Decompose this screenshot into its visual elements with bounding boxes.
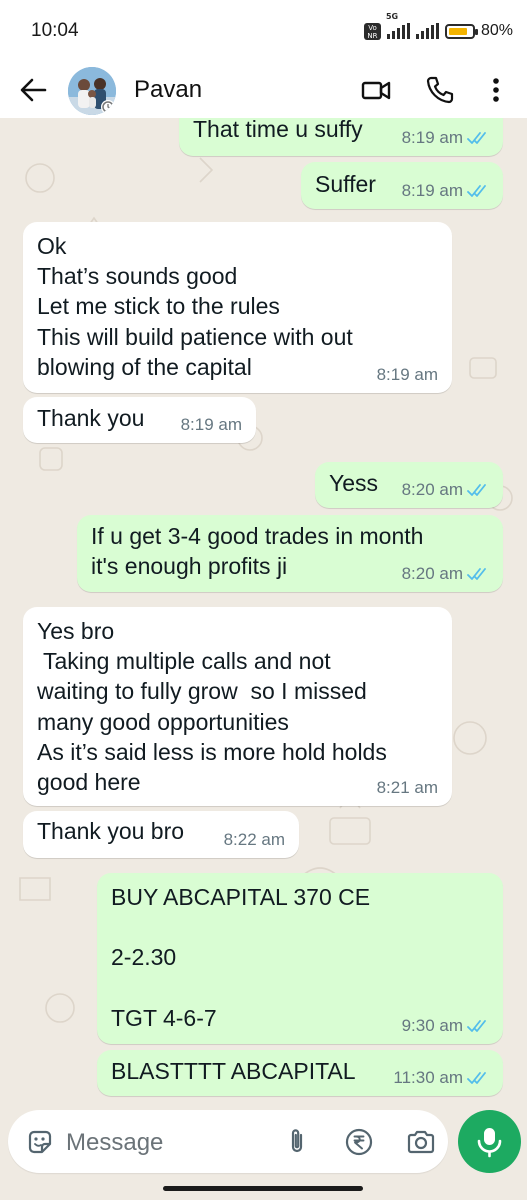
message-meta: 8:20 am [402, 564, 489, 584]
mic-button[interactable] [458, 1110, 521, 1173]
attach-icon[interactable] [282, 1127, 312, 1157]
message-bubble-outgoing[interactable]: That time u suffy 8:19 am [179, 118, 503, 156]
message-text: Ok That’s sounds good Let me stick to th… [37, 233, 353, 380]
message-time: 8:19 am [180, 415, 242, 434]
status-time: 10:04 [31, 20, 79, 41]
message-composer [0, 1106, 527, 1200]
read-receipt-icon [467, 568, 486, 580]
message-text: Yess [329, 470, 379, 496]
message-bubble-outgoing[interactable]: BUY ABCAPITAL 370 CE 2-2.30 TGT 4-6-7 9:… [97, 873, 503, 1044]
home-indicator[interactable] [163, 1186, 363, 1191]
message-bubble-incoming[interactable]: Thank you 8:19 am [23, 397, 256, 443]
back-arrow-icon[interactable] [18, 76, 48, 104]
contact-name[interactable]: Pavan [134, 76, 202, 104]
message-meta: 8:19 am [181, 415, 242, 435]
sticker-icon[interactable] [26, 1128, 54, 1156]
message-bubble-incoming[interactable]: Yes bro Taking multiple calls and not wa… [23, 607, 452, 806]
read-receipt-icon [467, 484, 486, 496]
message-bubble-outgoing[interactable]: If u get 3-4 good trades in month it's e… [77, 515, 503, 592]
status-indicators: Vo NR 5G 80% [363, 12, 513, 45]
message-text: BUY ABCAPITAL 370 CE 2-2.30 TGT 4-6-7 [111, 884, 371, 1031]
message-bubble-outgoing[interactable]: BLASTTTT ABCAPITAL 11:30 am [97, 1050, 503, 1096]
message-meta: 8:22 am [224, 830, 285, 850]
volte-icon: Vo NR [363, 22, 381, 40]
message-bubble-incoming[interactable]: Ok That’s sounds good Let me stick to th… [23, 222, 452, 393]
network-type-label: 5G [385, 12, 399, 21]
chat-header: Pavan [0, 62, 527, 118]
message-time: 8:19 am [401, 128, 463, 147]
message-meta: 8:19 am [402, 128, 489, 148]
contact-avatar[interactable] [68, 67, 116, 115]
message-text: Thank you bro [37, 818, 185, 844]
signal-icon [415, 23, 439, 39]
battery-icon [444, 23, 478, 39]
read-receipt-icon [467, 1072, 486, 1084]
message-text: BLASTTTT ABCAPITAL [111, 1058, 356, 1084]
message-time: 8:22 am [223, 830, 285, 849]
message-text: Suffer [315, 171, 376, 197]
message-time: 9:30 am [401, 1016, 463, 1035]
video-call-icon[interactable] [360, 74, 392, 106]
message-meta: 8:19 am [377, 365, 438, 385]
chat-area[interactable]: That time u suffy 8:19 am Suffer 8:19 am… [0, 118, 527, 1106]
message-bubble-outgoing[interactable]: Suffer 8:19 am [301, 162, 503, 209]
read-receipt-icon [467, 132, 486, 144]
status-bar: 10:04 Vo NR 5G 80% [0, 0, 527, 62]
message-time: 8:21 am [376, 778, 438, 797]
message-time: 8:20 am [401, 480, 463, 499]
message-meta: 9:30 am [402, 1016, 489, 1036]
read-receipt-icon [467, 185, 486, 197]
message-meta: 11:30 am [393, 1068, 489, 1088]
message-time: 11:30 am [393, 1068, 463, 1087]
signal-5g-icon: 5G [386, 12, 410, 39]
battery-percent: 80% [480, 22, 513, 39]
message-input-container[interactable] [8, 1110, 448, 1173]
message-time: 8:20 am [401, 564, 463, 583]
read-receipt-icon [467, 1020, 486, 1032]
message-time: 8:19 am [401, 181, 463, 200]
message-input[interactable] [64, 1122, 268, 1164]
message-meta: 8:20 am [402, 480, 489, 500]
message-text: Thank you [37, 405, 145, 431]
message-bubble-incoming[interactable]: Thank you bro 8:22 am [23, 811, 299, 858]
voice-call-icon[interactable] [424, 74, 456, 106]
battery-level [448, 27, 467, 35]
message-text: Yes bro Taking multiple calls and not wa… [37, 618, 387, 796]
mic-icon [477, 1128, 502, 1158]
message-meta: 8:21 am [377, 778, 438, 798]
message-meta: 8:19 am [402, 181, 489, 201]
message-text: That time u suffy [193, 118, 363, 142]
camera-icon[interactable] [406, 1127, 436, 1157]
message-time: 8:19 am [376, 365, 438, 384]
message-text: If u get 3-4 good trades in month it's e… [91, 523, 424, 580]
more-options-icon[interactable] [480, 74, 512, 106]
message-bubble-outgoing[interactable]: Yess 8:20 am [315, 462, 503, 508]
rupee-payment-icon[interactable] [344, 1127, 374, 1157]
